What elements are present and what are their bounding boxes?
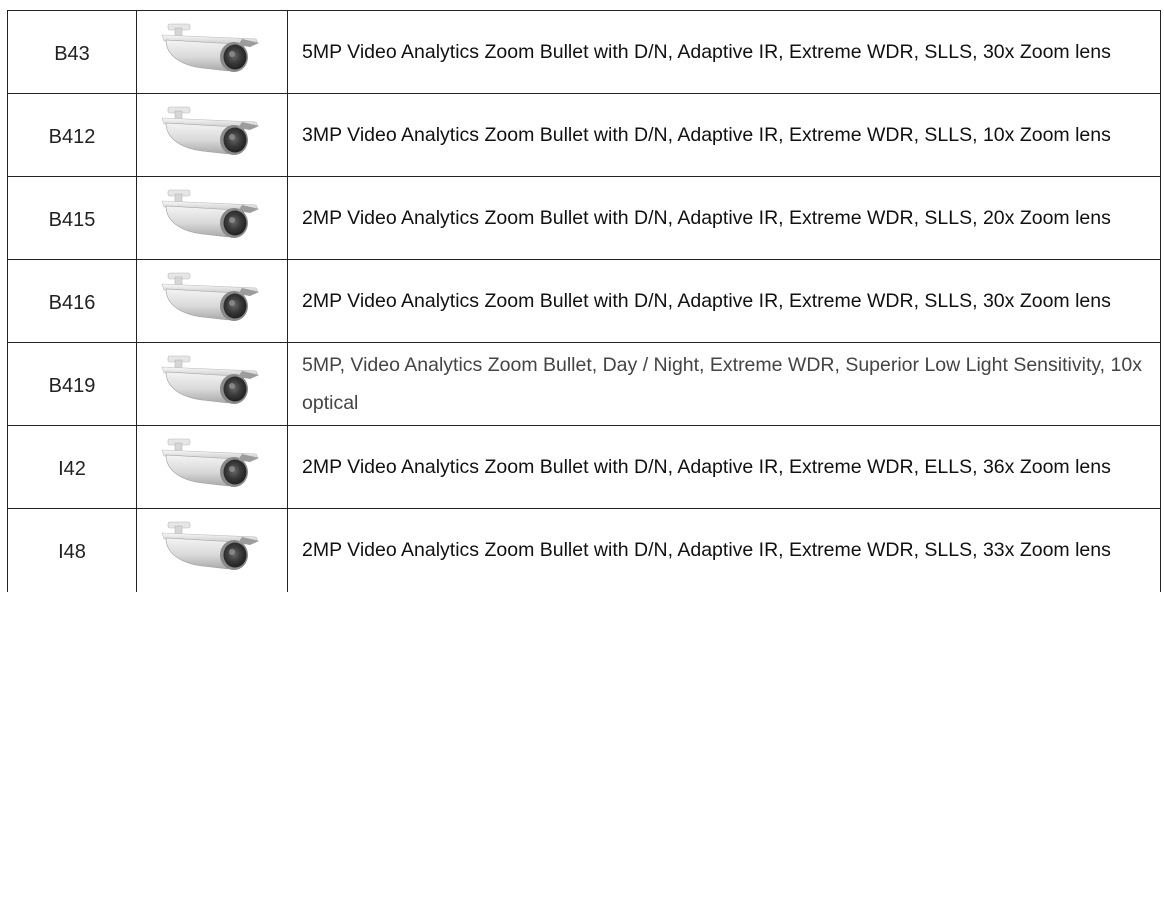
- model-cell: B415: [7, 176, 137, 260]
- product-image-cell: [136, 425, 288, 509]
- bullet-camera-icon: [161, 106, 260, 156]
- bullet-camera-icon: [161, 189, 260, 239]
- model-cell: B419: [7, 342, 137, 426]
- bullet-camera-icon: [161, 23, 260, 73]
- bullet-camera-icon: [161, 272, 260, 322]
- description-cell: 2MP Video Analytics Zoom Bullet with D/N…: [287, 425, 1161, 509]
- description-cell: 3MP Video Analytics Zoom Bullet with D/N…: [287, 93, 1161, 177]
- description-cell: 2MP Video Analytics Zoom Bullet with D/N…: [287, 508, 1161, 592]
- description-cell: 5MP, Video Analytics Zoom Bullet, Day / …: [287, 342, 1161, 426]
- table-row: B416 2MP Video Analytics Zoom Bullet wit…: [7, 259, 1161, 343]
- bullet-camera-icon: [161, 355, 260, 405]
- product-image-cell: [136, 93, 288, 177]
- model-cell: B416: [7, 259, 137, 343]
- table-row: B412 3MP Video Analytics Zoom Bullet wit…: [7, 93, 1161, 177]
- description-cell: 5MP Video Analytics Zoom Bullet with D/N…: [287, 10, 1161, 94]
- table-row: B43 5MP Video Analytics Zoom Bullet with…: [7, 10, 1161, 94]
- model-cell: B412: [7, 93, 137, 177]
- product-image-cell: [136, 342, 288, 426]
- table-row: I42 2MP Video Analytics Zoom Bullet with…: [7, 425, 1161, 509]
- description-cell: 2MP Video Analytics Zoom Bullet with D/N…: [287, 176, 1161, 260]
- product-image-cell: [136, 10, 288, 94]
- model-cell: B43: [7, 10, 137, 94]
- description-cell: 2MP Video Analytics Zoom Bullet with D/N…: [287, 259, 1161, 343]
- product-image-cell: [136, 508, 288, 592]
- table-row: I48 2MP Video Analytics Zoom Bullet with…: [7, 508, 1161, 592]
- table-row: B419 5MP, Video Analytics Zoom Bullet, D…: [7, 342, 1161, 426]
- model-cell: I42: [7, 425, 137, 509]
- bullet-camera-icon: [161, 438, 260, 488]
- table-row: B415 2MP Video Analytics Zoom Bullet wit…: [7, 176, 1161, 260]
- product-image-cell: [136, 259, 288, 343]
- model-cell: I48: [7, 508, 137, 592]
- product-table: B43 5MP Video Analytics Zoom Bullet with…: [7, 10, 1161, 592]
- product-image-cell: [136, 176, 288, 260]
- bullet-camera-icon: [161, 521, 260, 571]
